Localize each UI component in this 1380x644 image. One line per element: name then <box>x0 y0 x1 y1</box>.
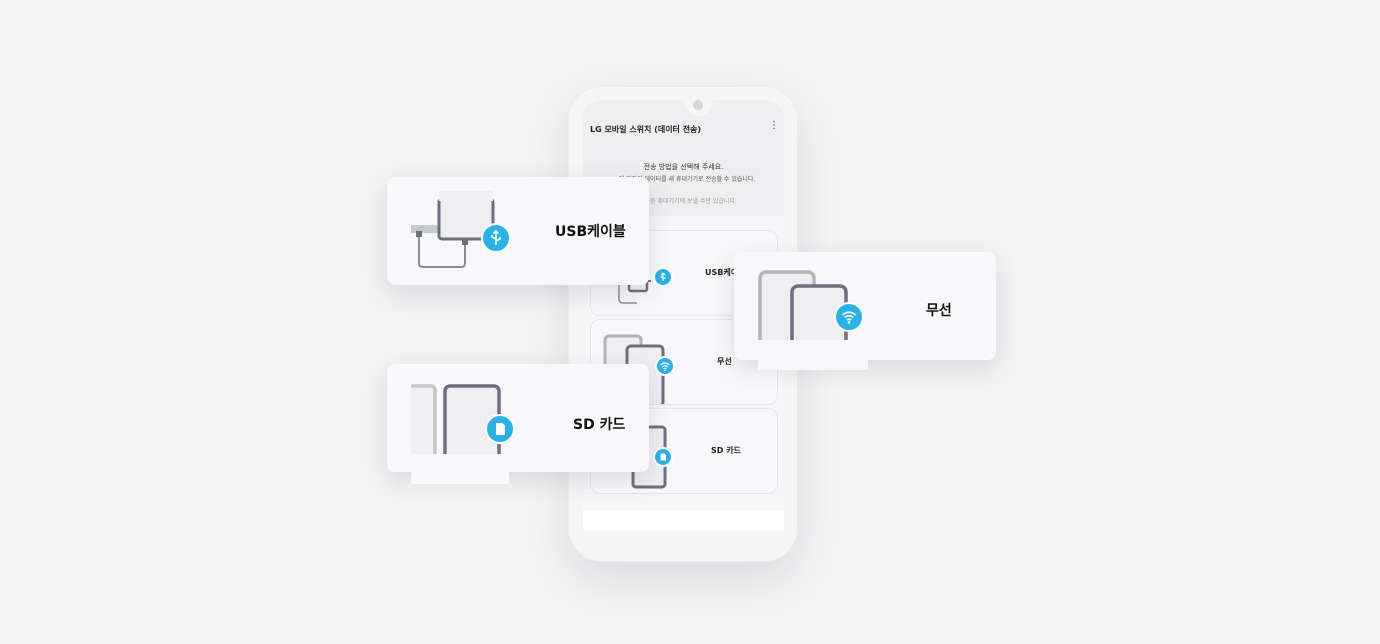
option-wireless-label: 무선 <box>717 357 732 366</box>
wifi-icon <box>834 302 864 332</box>
card-sd-label: SD 카드 <box>573 417 626 433</box>
more-vert-icon[interactable]: ⋮ <box>769 121 779 131</box>
card-usb-label: USB케이블 <box>555 224 626 240</box>
card-wireless[interactable]: 무선 <box>734 252 996 370</box>
notch <box>683 100 713 116</box>
front-camera-icon <box>693 100 703 110</box>
app-title: LG 모바일 스위치 (데이터 전송) <box>590 125 702 134</box>
card-usb[interactable]: USB케이블 <box>387 177 649 285</box>
sd-card-icon <box>485 414 515 444</box>
option-sd-label: SD 카드 <box>711 446 741 455</box>
card-wireless-label: 무선 <box>926 303 952 319</box>
sd-card-icon <box>653 447 673 467</box>
card-sd[interactable]: SD 카드 <box>387 364 649 484</box>
wifi-icon <box>655 356 675 376</box>
instruction-main: 전송 방법을 선택해 주세요. <box>643 163 724 171</box>
usb-icon <box>481 223 511 253</box>
screen-bottom-area <box>583 510 784 530</box>
usb-icon <box>653 267 673 287</box>
